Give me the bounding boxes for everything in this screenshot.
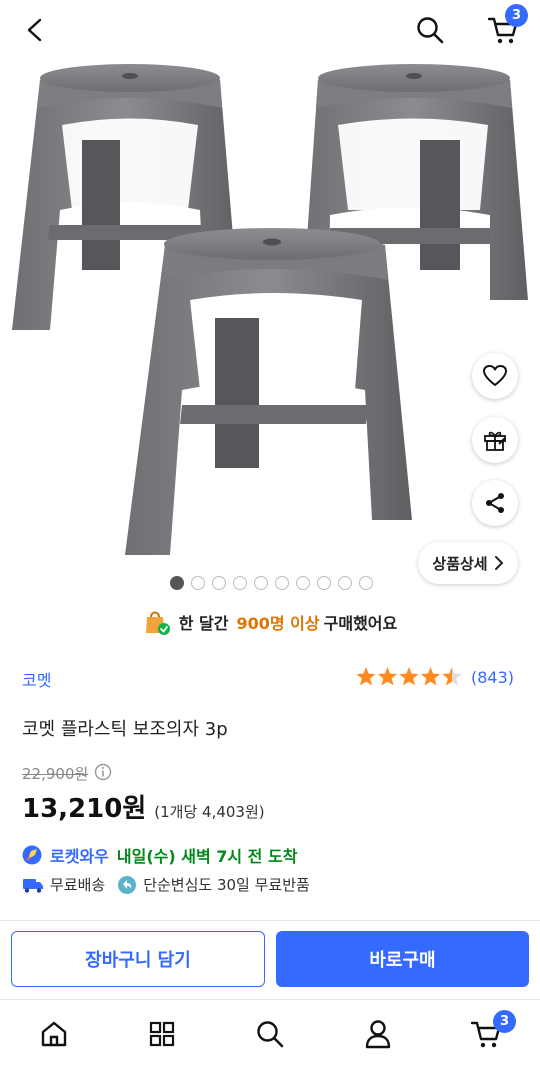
product-image-gallery[interactable] — [0, 0, 540, 600]
unit-price: (1개당 4,403원) — [154, 803, 265, 821]
heart-icon — [483, 365, 507, 386]
chevron-right-icon — [494, 556, 504, 570]
carousel-dot[interactable] — [212, 576, 226, 590]
notice-suffix: 구매했어요 — [323, 614, 398, 633]
purchase-count-notice: 한 달간 900명 이상 구매했어요 — [0, 604, 540, 640]
carousel-dot[interactable] — [191, 576, 205, 590]
user-icon — [365, 1020, 391, 1049]
free-return-label: 단순변심도 30일 무료반품 — [143, 876, 310, 894]
gift-button[interactable] — [472, 417, 518, 463]
rocket-delivery-info: 로켓와우 내일(수) 새벽 7시 전 도착 — [22, 843, 297, 867]
buy-now-button[interactable]: 바로구매 — [276, 931, 529, 987]
stool-front — [125, 228, 412, 555]
product-title: 코멧 플라스틱 보조의자 3p — [22, 719, 228, 740]
grid-icon — [149, 1021, 175, 1047]
carousel-dot[interactable] — [254, 576, 268, 590]
shipping-return-info: 무료배송 단순변심도 30일 무료반품 — [22, 874, 310, 895]
nav-category-button[interactable] — [142, 1014, 182, 1054]
brand-link[interactable]: 코멧 — [22, 667, 51, 691]
carousel-dot[interactable] — [317, 576, 331, 590]
truck-icon — [23, 878, 43, 893]
carousel-dot[interactable] — [296, 576, 310, 590]
rocket-wow-label: 로켓와우 — [50, 847, 109, 866]
gift-icon — [484, 431, 506, 451]
wishlist-button[interactable] — [472, 353, 518, 399]
top-bar: 3 — [0, 0, 540, 60]
cart-count-badge: 3 — [505, 4, 528, 27]
carousel-dot[interactable] — [233, 576, 247, 590]
search-icon — [257, 1021, 284, 1048]
share-icon — [486, 493, 504, 513]
search-icon — [417, 17, 444, 44]
original-price: 22,900원 — [22, 765, 89, 783]
carousel-dot[interactable] — [359, 576, 373, 590]
product-detail-label: 상품상세 — [432, 554, 488, 573]
info-icon[interactable] — [94, 763, 112, 781]
section-divider — [0, 920, 540, 921]
free-shipping-label: 무료배송 — [50, 876, 106, 894]
rocket-wow-icon — [22, 845, 42, 865]
star-rating-icon — [356, 667, 462, 686]
price-row: 13,210원 (1개당 4,403원) — [22, 788, 265, 825]
carousel-dot[interactable] — [170, 576, 184, 590]
home-icon — [41, 1021, 67, 1047]
product-photo-stools — [12, 64, 528, 555]
add-to-cart-button[interactable]: 장바구니 담기 — [11, 931, 265, 987]
notice-highlight: 900명 이상 — [236, 614, 320, 633]
arrival-estimate: 내일(수) 새벽 7시 전 도착 — [116, 847, 298, 866]
share-button[interactable] — [472, 480, 518, 526]
rating-summary[interactable]: (843) — [355, 666, 514, 688]
review-count[interactable]: (843) — [471, 668, 514, 687]
shopping-bag-check-icon — [145, 611, 170, 635]
sale-price: 13,210원 — [22, 794, 147, 824]
carousel-indicator — [170, 576, 373, 590]
product-detail-button[interactable]: 상품상세 — [418, 542, 518, 584]
nav-cart-count-badge: 3 — [493, 1010, 516, 1033]
nav-my-page-button[interactable] — [358, 1014, 398, 1054]
carousel-dot[interactable] — [338, 576, 352, 590]
nav-home-button[interactable] — [34, 1014, 74, 1054]
carousel-dot[interactable] — [275, 576, 289, 590]
notice-prefix: 한 달간 — [178, 614, 229, 633]
back-button[interactable] — [18, 12, 54, 48]
bottom-navigation — [0, 1000, 540, 1070]
chevron-left-icon — [27, 18, 42, 42]
nav-search-button[interactable] — [250, 1014, 290, 1054]
search-button[interactable] — [410, 10, 450, 50]
return-icon — [118, 875, 137, 894]
